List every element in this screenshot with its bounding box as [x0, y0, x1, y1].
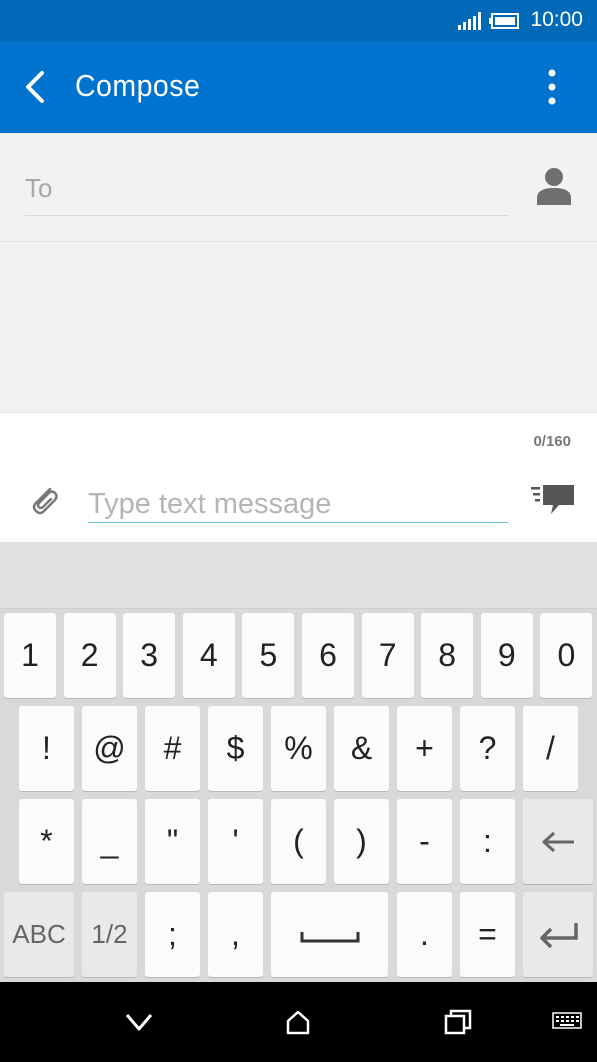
more-vert-icon[interactable] [540, 67, 564, 107]
page-title: Compose [75, 68, 201, 103]
key-4[interactable]: 5 [242, 613, 295, 698]
key-symbol-row3-3[interactable]: ' [208, 799, 263, 884]
space-bar-icon [300, 931, 359, 942]
recents-icon[interactable] [444, 1009, 472, 1035]
key-0[interactable]: 1 [4, 613, 56, 698]
person-icon[interactable] [536, 167, 572, 205]
symbols-page-key[interactable]: 1/2 [82, 892, 137, 977]
key-6[interactable]: 7 [361, 613, 414, 698]
key-symbol-2[interactable]: # [145, 706, 200, 791]
to-underline [25, 215, 509, 216]
abc-key[interactable]: ABC [4, 892, 74, 977]
keyboard-suggestion-bar [0, 542, 597, 609]
key-symbol-row3-5[interactable]: ) [334, 799, 389, 884]
enter-icon [540, 922, 578, 948]
space-key[interactable] [271, 892, 388, 977]
backspace-icon [542, 831, 574, 852]
key-equals[interactable]: = [460, 892, 515, 977]
key-8[interactable]: 9 [480, 613, 533, 698]
app-bar: Compose [0, 41, 597, 133]
key-9[interactable]: 0 [540, 613, 593, 698]
status-bar: 10:00 [0, 0, 597, 41]
message-input[interactable] [88, 486, 508, 523]
signal-icon [458, 12, 481, 30]
key-5[interactable]: 6 [302, 613, 354, 698]
key-1[interactable]: 2 [63, 613, 116, 698]
key-comma[interactable]: , [208, 892, 263, 977]
key-symbol-row3-4[interactable]: ( [271, 799, 326, 884]
key-symbol-1[interactable]: @ [82, 706, 137, 791]
to-row: To [0, 133, 597, 242]
key-7[interactable]: 8 [421, 613, 474, 698]
home-icon[interactable] [285, 1009, 311, 1035]
char-count: 0/160 [533, 433, 571, 450]
key-semicolon[interactable]: ; [145, 892, 200, 977]
key-symbol-row3-7[interactable]: : [460, 799, 515, 884]
key-3[interactable]: 4 [182, 613, 235, 698]
enter-key[interactable] [523, 892, 593, 977]
navigation-bar [0, 982, 597, 1062]
key-symbol-0[interactable]: ! [19, 706, 74, 791]
key-symbol-row3-6[interactable]: - [397, 799, 452, 884]
status-time: 10:00 [530, 8, 583, 31]
key-period[interactable]: . [397, 892, 452, 977]
keyboard-icon[interactable] [552, 1012, 582, 1032]
back-arrow-icon[interactable] [22, 69, 50, 105]
backspace-key[interactable] [523, 799, 593, 884]
key-symbol-row3-0[interactable]: * [19, 799, 74, 884]
send-message-icon[interactable] [531, 484, 575, 516]
key-symbol-row3-2[interactable]: " [145, 799, 200, 884]
key-symbol-row3-1[interactable]: _ [82, 799, 137, 884]
paperclip-icon[interactable] [28, 483, 60, 517]
key-symbol-5[interactable]: & [334, 706, 389, 791]
key-symbol-3[interactable]: $ [208, 706, 263, 791]
keyboard: 1 2 3 4 5 6 7 8 9 0! @ # $% & +? / * _ " '() -: ABC 1/2;,. = [0, 542, 597, 982]
key-symbol-6[interactable]: + [397, 706, 452, 791]
key-symbol-4[interactable]: % [271, 706, 326, 791]
key-symbol-8[interactable]: / [523, 706, 578, 791]
battery-icon [489, 13, 519, 29]
message-thread-area [0, 242, 597, 412]
key-symbol-7[interactable]: ? [460, 706, 515, 791]
compose-bar: 0/160 [0, 412, 597, 543]
chevron-down-icon[interactable] [124, 1012, 154, 1032]
key-2[interactable]: 3 [123, 613, 176, 698]
to-field[interactable]: To [25, 173, 52, 204]
